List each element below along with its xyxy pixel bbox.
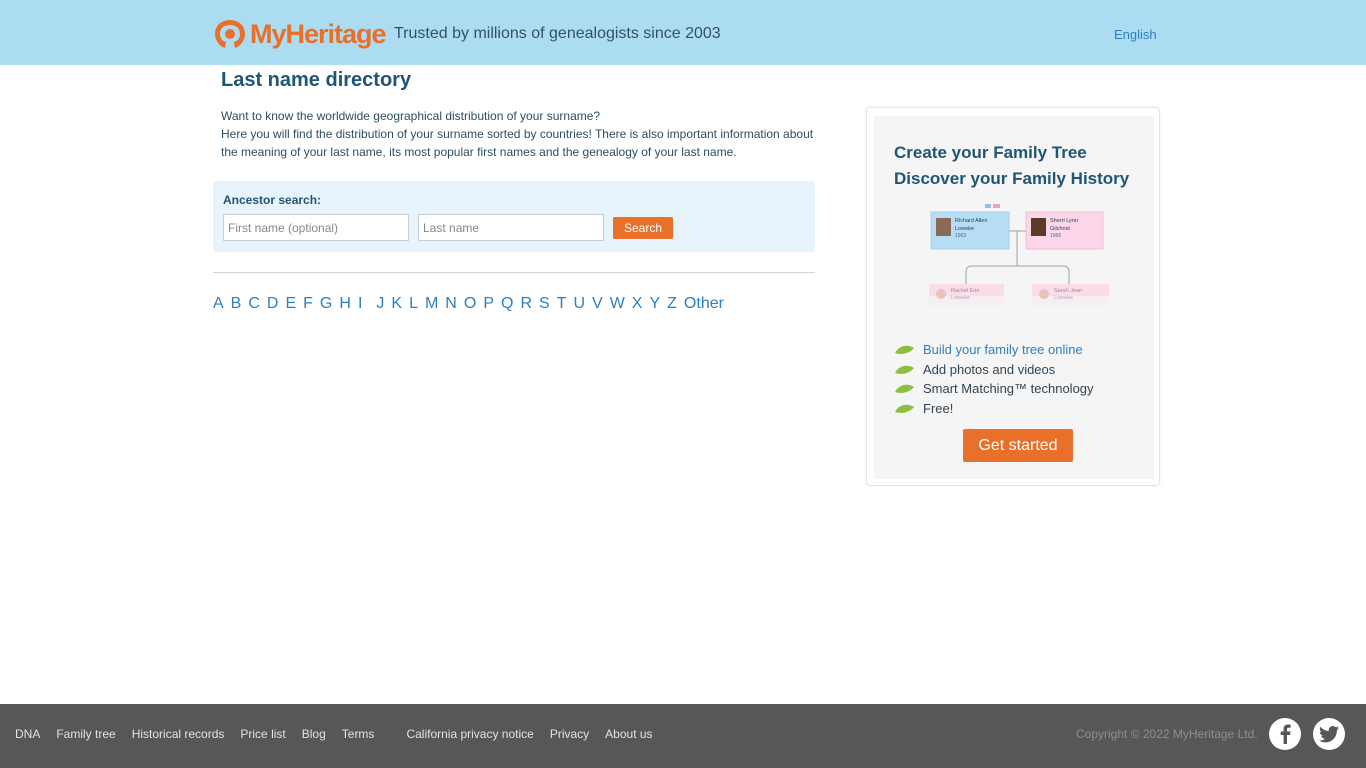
feature-label: Add photos and videos [923,361,1056,377]
footer-links: DNA Family tree Historical records Price… [15,727,669,741]
letter-i[interactable]: I [358,295,362,313]
tree-photo-mother [1031,218,1046,236]
tagline: Trusted by millions of genealogists sinc… [394,25,721,42]
letter-k[interactable]: K [391,295,402,313]
leaf-icon [895,365,914,374]
feature-item[interactable]: Build your family tree online [894,340,1094,360]
intro-text: Want to know the worldwide geographical … [221,107,821,161]
tree-child-1-name-2: Loweke [951,295,970,301]
intro-line-1: Want to know the worldwide geographical … [221,109,601,123]
first-name-input[interactable] [223,214,409,241]
search-label: Ancestor search: [223,193,322,207]
promo-title-line-1: Create your Family Tree [894,143,1087,162]
tree-photo-child-2 [1039,289,1049,299]
tree-mother-name-1: Sherri Lynn [1050,218,1078,224]
tree-father-year: 1963 [955,233,966,239]
header: MyHeritage Trusted by millions of geneal… [0,0,1366,65]
promo-title-line-2: Discover your Family History [894,169,1130,188]
tree-toggle-pink [993,204,1000,208]
search-button[interactable]: Search [613,217,673,239]
letter-c[interactable]: C [248,295,260,313]
letter-a[interactable]: A [213,295,224,313]
language-selector[interactable]: English [1114,27,1157,42]
alphabet-nav: A B C D E F G H I J K L M N O P Q R S T … [213,295,731,313]
footer-link-california-privacy[interactable]: California privacy notice [406,727,533,741]
footer-link-privacy[interactable]: Privacy [550,727,589,741]
tree-mother-year: 1966 [1050,233,1061,239]
letter-y[interactable]: Y [649,295,660,313]
letter-x[interactable]: X [632,295,643,313]
tree-father-name-2: Loweke [955,226,974,232]
feature-item: Free! [894,399,1094,419]
footer-link-price-list[interactable]: Price list [240,727,285,741]
tree-mother-name-2: Gilchrist [1050,226,1070,232]
letter-e[interactable]: E [285,295,296,313]
tree-father-name-1: Richard Allen [955,218,987,224]
family-tree-promo: Create your Family Tree Discover your Fa… [866,107,1160,486]
footer-link-historical-records[interactable]: Historical records [132,727,225,741]
feature-label: Smart Matching™ technology [923,381,1094,397]
tree-child-2-name-1: Sarah Jean [1054,288,1082,294]
leaf-icon [895,345,914,355]
letter-w[interactable]: W [610,295,625,313]
letter-f[interactable]: F [303,295,313,313]
footer-link-dna[interactable]: DNA [15,727,40,741]
tree-child-1-name-1: Rachel Erin [951,288,979,294]
tree-line [965,265,1070,284]
letter-s[interactable]: S [539,295,550,313]
logo[interactable]: MyHeritage [213,18,387,50]
twitter-icon [1319,725,1339,742]
family-tree-illustration: Richard Allen Loweke 1963 Sherri Lynn Gi… [929,204,1114,316]
feature-label: Free! [923,400,954,416]
letter-b[interactable]: B [231,295,242,313]
leaf-icon [895,384,914,394]
intro-line-2: Here you will find the distribution of y… [221,127,814,159]
letter-r[interactable]: R [520,295,532,313]
feature-label: Build your family tree online [923,342,1083,358]
footer-link-family-tree[interactable]: Family tree [56,727,115,741]
letter-m[interactable]: M [425,295,438,313]
facebook-icon [1280,724,1291,744]
last-name-input[interactable] [418,214,604,241]
ancestor-search-box: Ancestor search: Search [213,181,815,252]
facebook-button[interactable] [1269,718,1301,750]
divider [213,272,815,273]
footer-link-about-us[interactable]: About us [605,727,652,741]
promo-inner: Create your Family Tree Discover your Fa… [874,116,1154,479]
letter-t[interactable]: T [557,295,567,313]
tree-photo-child-1 [936,289,946,299]
feature-item: Add photos and videos [894,360,1094,380]
letter-v[interactable]: V [592,295,603,313]
letter-p[interactable]: P [483,295,494,313]
letter-l[interactable]: L [409,295,418,313]
letter-j[interactable]: J [376,295,384,313]
footer-link-terms[interactable]: Terms [342,727,375,741]
letter-other[interactable]: Other [684,295,724,313]
letter-o[interactable]: O [464,295,476,313]
logo-icon [215,20,245,48]
feature-item: Smart Matching™ technology [894,379,1094,399]
footer-link-blog[interactable]: Blog [302,727,326,741]
get-started-button[interactable]: Get started [963,429,1073,462]
letter-h[interactable]: H [339,295,351,313]
page-title: Last name directory [221,69,412,91]
twitter-button[interactable] [1313,718,1345,750]
copyright: Copyright © 2022 MyHeritage Ltd. [1076,727,1258,741]
tree-toggle-blue [985,204,991,208]
letter-z[interactable]: Z [667,295,677,313]
feature-list: Build your family tree online Add photos… [894,340,1094,418]
letter-g[interactable]: G [320,295,332,313]
letter-n[interactable]: N [445,295,457,313]
footer: DNA Family tree Historical records Price… [0,704,1366,768]
tree-child-2-name-2: Loweke [1054,295,1073,301]
letter-q[interactable]: Q [501,295,513,313]
tree-photo-father [936,218,951,236]
letter-u[interactable]: U [573,295,585,313]
leaf-icon [895,404,914,413]
letter-d[interactable]: D [267,295,279,313]
logo-text: MyHeritage [250,18,387,49]
promo-title: Create your Family Tree Discover your Fa… [894,140,1129,192]
